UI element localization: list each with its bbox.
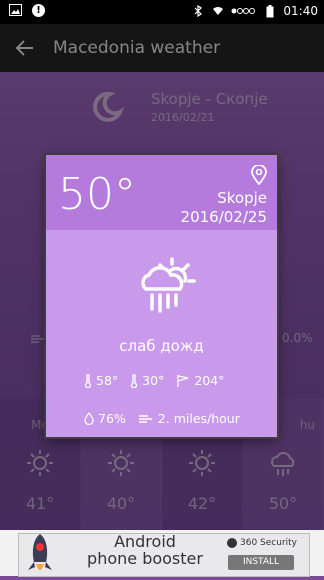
temp-max: 58°: [96, 373, 119, 388]
rocket-icon: [20, 530, 60, 576]
brand-logo-icon: [227, 538, 237, 548]
ad-headline: Android phone booster: [70, 533, 220, 567]
thermometer-low-icon: [131, 373, 138, 388]
wind-direction: 204°: [194, 373, 225, 388]
bluetooth-icon: [191, 4, 205, 18]
wifi-icon: [211, 4, 225, 18]
ad-line1: Android: [114, 532, 176, 551]
temp-min: 30°: [142, 373, 165, 388]
weather-detail-dialog: 50° Skopje 2016/02/25 слаб дожд 58° 30° …: [46, 155, 277, 437]
dialog-city: Skopje: [217, 189, 267, 207]
install-button[interactable]: INSTALL: [228, 555, 294, 570]
clock: 01:40: [283, 4, 318, 18]
location-pin-icon[interactable]: [251, 164, 267, 189]
alert-icon: !: [32, 3, 45, 17]
current-temperature: 50°: [58, 169, 136, 220]
battery-icon: [263, 4, 277, 18]
wind-icon: [138, 414, 152, 423]
humidity-drop-icon: [84, 412, 94, 425]
image-notification-icon: [8, 3, 22, 17]
cloud-rain-sun-icon: [134, 253, 198, 321]
weather-condition: слаб дожд: [119, 337, 204, 355]
temperature-row: 58° 30° 204°: [84, 373, 236, 388]
signal-icon: [231, 4, 257, 18]
humidity: 76%: [98, 411, 126, 426]
status-bar: ! 01:40: [0, 0, 324, 24]
ad-brand-name: 360 Security: [240, 538, 297, 548]
thermometer-high-icon: [84, 373, 92, 388]
humidity-wind-row: 76% 2. miles/hour: [84, 411, 252, 426]
ad-line2: phone booster: [87, 549, 203, 568]
dialog-date: 2016/02/25: [180, 208, 267, 226]
wind-direction-icon: [177, 374, 189, 387]
wind-speed: 2. miles/hour: [157, 411, 240, 426]
ad-brand: 360 Security: [227, 538, 297, 548]
